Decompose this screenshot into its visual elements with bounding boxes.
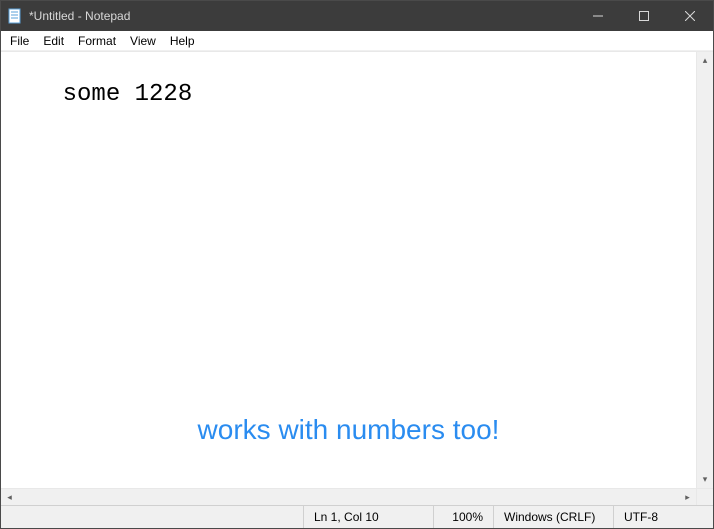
menu-file[interactable]: File: [3, 32, 36, 50]
hscroll-track[interactable]: [18, 489, 679, 505]
vertical-scrollbar[interactable]: ▴ ▾: [696, 52, 713, 488]
status-spacer: [1, 506, 303, 528]
status-zoom: 100%: [433, 506, 493, 528]
menu-view[interactable]: View: [123, 32, 163, 50]
status-line-ending: Windows (CRLF): [493, 506, 613, 528]
annotation-overlay: works with numbers too!: [1, 414, 696, 446]
menu-format[interactable]: Format: [71, 32, 123, 50]
menubar: File Edit Format View Help: [1, 31, 713, 51]
scroll-down-icon[interactable]: ▾: [697, 471, 713, 488]
scroll-up-icon[interactable]: ▴: [697, 52, 713, 69]
scroll-right-icon[interactable]: ▸: [679, 489, 696, 505]
window-title: *Untitled - Notepad: [29, 9, 130, 23]
editor-content: some 1228: [63, 81, 193, 108]
vscroll-track[interactable]: [697, 69, 713, 471]
maximize-button[interactable]: [621, 1, 667, 31]
status-cursor-position: Ln 1, Col 10: [303, 506, 433, 528]
horizontal-scrollbar[interactable]: ◂ ▸: [1, 488, 713, 505]
menu-help[interactable]: Help: [163, 32, 202, 50]
notepad-icon: [7, 8, 23, 24]
minimize-button[interactable]: [575, 1, 621, 31]
close-button[interactable]: [667, 1, 713, 31]
window-controls: [575, 1, 713, 31]
titlebar[interactable]: *Untitled - Notepad: [1, 1, 713, 31]
scroll-left-icon[interactable]: ◂: [1, 489, 18, 505]
scrollbar-corner: [696, 489, 713, 505]
statusbar: Ln 1, Col 10 100% Windows (CRLF) UTF-8: [1, 505, 713, 528]
status-encoding: UTF-8: [613, 506, 713, 528]
text-editor[interactable]: some 1228 works with numbers too!: [1, 52, 696, 488]
editor-area: some 1228 works with numbers too! ▴ ▾: [1, 51, 713, 488]
menu-edit[interactable]: Edit: [36, 32, 71, 50]
